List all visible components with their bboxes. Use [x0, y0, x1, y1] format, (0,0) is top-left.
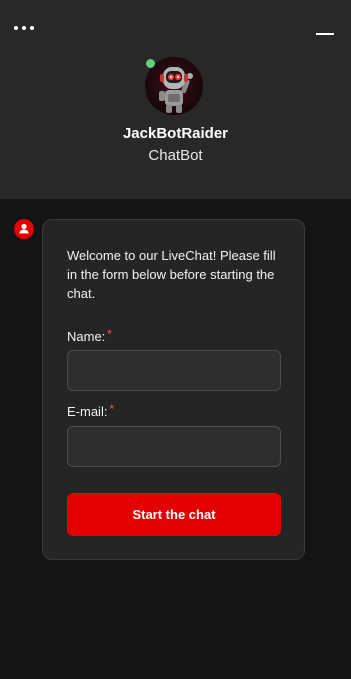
prechat-form-card: Welcome to our LiveChat! Please fill in …	[42, 219, 305, 560]
online-status-dot	[146, 59, 155, 68]
name-label: Name: *	[67, 327, 112, 345]
email-field[interactable]	[67, 426, 281, 467]
chat-header: JackBotRaider ChatBot	[0, 0, 351, 199]
start-chat-button[interactable]: Start the chat	[67, 493, 281, 536]
bot-role: ChatBot	[148, 147, 203, 164]
email-label-text: E-mail:	[67, 404, 108, 419]
email-label: E-mail: *	[67, 402, 115, 420]
name-label-text: Name:	[67, 329, 106, 344]
bot-name: JackBotRaider	[122, 125, 229, 142]
user-icon	[14, 219, 34, 239]
minimize-icon[interactable]	[313, 24, 337, 42]
required-asterisk: *	[109, 402, 115, 416]
chat-widget: JackBotRaider ChatBot Welcome to our Liv…	[0, 0, 351, 679]
welcome-message: Welcome to our LiveChat! Please fill in …	[67, 248, 276, 301]
name-field[interactable]	[67, 350, 281, 391]
more-dots-icon[interactable]	[13, 21, 35, 35]
required-asterisk: *	[107, 327, 112, 341]
